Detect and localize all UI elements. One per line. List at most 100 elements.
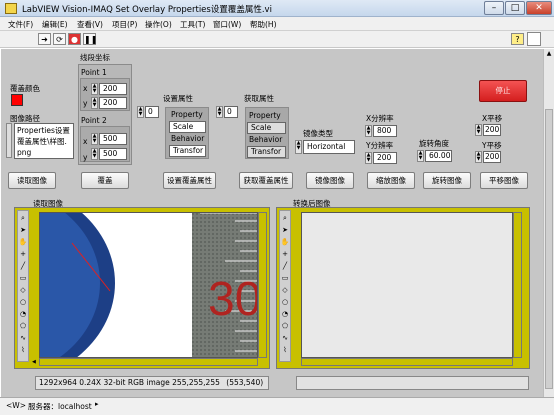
menu-view[interactable]: 查看(V) bbox=[77, 19, 103, 30]
menu-window[interactable]: 窗口(W) bbox=[213, 19, 241, 30]
line-tool-icon[interactable]: ╱ bbox=[18, 261, 28, 271]
read-image-h-scrollbar[interactable]: ◀ bbox=[32, 358, 258, 366]
scroll-up-icon[interactable]: ▲ bbox=[545, 50, 553, 58]
point2-y-field[interactable]: 500 bbox=[99, 148, 127, 160]
point1-y-field[interactable]: 200 bbox=[99, 97, 127, 109]
point1-x-spinner[interactable]: ▲ ▼ bbox=[91, 83, 98, 95]
x-resolution-label: X分辨率 bbox=[366, 114, 394, 123]
menu-file[interactable]: 文件(F) bbox=[8, 19, 33, 30]
zoom-tool-icon[interactable]: ⌕ bbox=[280, 213, 290, 223]
x-resolution-spinner[interactable]: ▲ ▼ bbox=[365, 125, 372, 137]
pointer-tool-icon[interactable]: ➤ bbox=[18, 225, 28, 235]
rotated-rect-tool-icon[interactable]: ◇ bbox=[18, 285, 28, 295]
point1-y-label: y bbox=[83, 99, 88, 108]
point2-y-spinner[interactable]: ▲ ▼ bbox=[91, 148, 98, 160]
mirror-type-spinner[interactable]: ▲ ▼ bbox=[295, 140, 302, 154]
x-translate-field[interactable]: 200 bbox=[483, 124, 501, 136]
oval-tool-icon[interactable]: ○ bbox=[280, 297, 290, 307]
pause-icon[interactable]: ❚❚ bbox=[83, 33, 97, 45]
mirror-type-select[interactable]: Horizontal bbox=[303, 140, 355, 154]
freehand-tool-icon[interactable]: ∿ bbox=[18, 333, 28, 343]
broken-line-tool-icon[interactable]: ⌇ bbox=[18, 345, 28, 355]
help-icon[interactable]: ? bbox=[511, 33, 524, 45]
rectangle-tool-icon[interactable]: ▭ bbox=[18, 273, 28, 283]
run-arrow-icon[interactable]: ➜ bbox=[38, 33, 51, 45]
pan-tool-icon[interactable]: ✋ bbox=[280, 237, 290, 247]
converted-image-canvas[interactable] bbox=[301, 212, 513, 358]
overlay-color-box[interactable] bbox=[11, 94, 23, 106]
run-continuously-icon[interactable]: ⟳ bbox=[53, 33, 66, 45]
point2-label: Point 2 bbox=[81, 116, 107, 125]
menu-tools[interactable]: 工具(T) bbox=[180, 19, 205, 30]
y-resolution-label: Y分辨率 bbox=[366, 141, 394, 150]
image-tool-palette: ⌕ ➤ ✋ + ╱ ▭ ◇ ○ ◔ ⬠ ∿ ⌇ bbox=[17, 210, 29, 362]
title-bar: LabVIEW Vision-IMAQ Set Overlay Properti… bbox=[0, 0, 554, 17]
oval-tool-icon[interactable]: ○ bbox=[18, 297, 28, 307]
scroll-left-icon[interactable]: ◀ bbox=[32, 359, 40, 365]
y-translate-field[interactable]: 200 bbox=[483, 151, 501, 163]
menu-project[interactable]: 项目(P) bbox=[112, 19, 137, 30]
rectangle-tool-icon[interactable]: ▭ bbox=[280, 273, 290, 283]
set-property-index[interactable]: 0 bbox=[145, 106, 159, 118]
status-arrow-icon[interactable]: ▸ bbox=[95, 400, 101, 412]
read-image-button[interactable]: 读取图像 bbox=[8, 172, 56, 189]
y-translate-spinner[interactable]: ▲ ▼ bbox=[475, 151, 482, 163]
menu-help[interactable]: 帮助(H) bbox=[250, 19, 277, 30]
pan-tool-icon[interactable]: ✋ bbox=[18, 237, 28, 247]
read-image-display: ⌕ ➤ ✋ + ╱ ▭ ◇ ○ ◔ ⬠ ∿ ⌇ 30 ◀ bbox=[14, 207, 270, 369]
read-image-v-scrollbar[interactable] bbox=[258, 212, 267, 358]
set-property-index-spinner[interactable]: ▲ ▼ bbox=[137, 106, 144, 118]
translate-image-button[interactable]: 平移图像 bbox=[480, 172, 528, 189]
scroll-thumb[interactable] bbox=[545, 109, 553, 389]
vi-icon bbox=[527, 32, 541, 46]
rotated-rect-tool-icon[interactable]: ◇ bbox=[280, 285, 290, 295]
point-tool-icon[interactable]: + bbox=[280, 249, 290, 259]
set-overlay-property-button[interactable]: 设置覆盖属性 bbox=[163, 172, 216, 189]
point1-y-spinner[interactable]: ▲ ▼ bbox=[91, 97, 98, 109]
read-image-canvas[interactable]: 30 bbox=[39, 212, 258, 358]
y-resolution-field[interactable]: 200 bbox=[373, 152, 397, 164]
set-property-transform-field[interactable]: Transfor bbox=[169, 145, 206, 157]
scale-image-button[interactable]: 缩放图像 bbox=[367, 172, 415, 189]
x-resolution-field[interactable]: 800 bbox=[373, 125, 397, 137]
polygon-tool-icon[interactable]: ⬠ bbox=[280, 321, 290, 331]
annulus-tool-icon[interactable]: ◔ bbox=[280, 309, 290, 319]
overlay-button[interactable]: 覆盖 bbox=[81, 172, 129, 189]
stop-button[interactable]: 停止 bbox=[479, 80, 527, 102]
x-translate-label: X平移 bbox=[482, 114, 503, 123]
abort-icon[interactable]: ● bbox=[68, 33, 81, 45]
annulus-tool-icon[interactable]: ◔ bbox=[18, 309, 28, 319]
overlay-color-label: 覆盖颜色 bbox=[10, 84, 40, 93]
menu-operate[interactable]: 操作(O) bbox=[145, 19, 172, 30]
minimize-button[interactable]: – bbox=[484, 1, 504, 15]
broken-line-tool-icon[interactable]: ⌇ bbox=[280, 345, 290, 355]
point2-x-field[interactable]: 500 bbox=[99, 133, 127, 145]
rotation-angle-spinner[interactable]: ▲ ▼ bbox=[417, 150, 424, 162]
pointer-tool-icon[interactable]: ➤ bbox=[280, 225, 290, 235]
status-bar: <W> 服务器：localhost ▸ bbox=[0, 397, 554, 415]
zoom-tool-icon[interactable]: ⌕ bbox=[18, 213, 28, 223]
point-tool-icon[interactable]: + bbox=[18, 249, 28, 259]
rotate-image-button[interactable]: 旋转图像 bbox=[423, 172, 471, 189]
toolbar: ➜ ⟳ ● ❚❚ ? bbox=[0, 31, 554, 48]
converted-image-v-scrollbar[interactable] bbox=[513, 212, 522, 358]
rotation-angle-field[interactable]: 60.00 bbox=[425, 150, 452, 162]
point1-x-field[interactable]: 200 bbox=[99, 83, 127, 95]
menu-edit[interactable]: 编辑(E) bbox=[42, 19, 68, 30]
path-browse-icon[interactable] bbox=[6, 123, 12, 158]
get-property-index-spinner[interactable]: ▲ ▼ bbox=[216, 106, 223, 118]
set-property-scale-field[interactable]: Scale bbox=[169, 121, 206, 133]
freehand-tool-icon[interactable]: ∿ bbox=[280, 333, 290, 343]
converted-image-h-scrollbar[interactable] bbox=[301, 358, 513, 366]
line-tool-icon[interactable]: ╱ bbox=[280, 261, 290, 271]
maximize-button[interactable]: □ bbox=[505, 1, 525, 15]
polygon-tool-icon[interactable]: ⬠ bbox=[18, 321, 28, 331]
close-button[interactable]: ✕ bbox=[526, 1, 552, 15]
y-resolution-spinner[interactable]: ▲ ▼ bbox=[365, 152, 372, 164]
point2-x-spinner[interactable]: ▲ ▼ bbox=[91, 133, 98, 145]
image-path-field[interactable]: Properties设置覆盖属性\样图.png bbox=[14, 123, 74, 159]
x-translate-spinner[interactable]: ▲ ▼ bbox=[475, 124, 482, 136]
mirror-image-button[interactable]: 镜像图像 bbox=[306, 172, 354, 189]
get-overlay-property-button[interactable]: 获取覆盖属性 bbox=[239, 172, 293, 189]
vertical-scrollbar[interactable]: ▲ bbox=[543, 49, 554, 397]
